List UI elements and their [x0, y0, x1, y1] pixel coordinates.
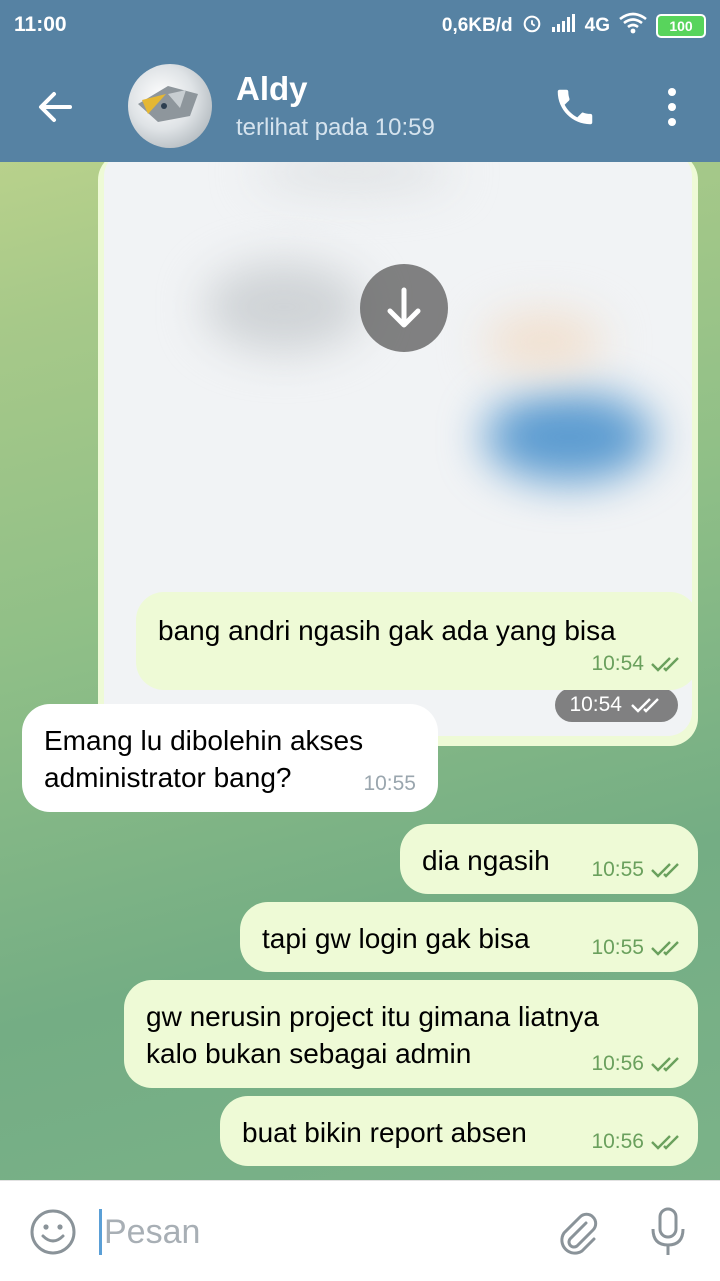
message-text: Emang lu dibolehin akses administrator b…	[44, 725, 364, 793]
download-arrow-icon	[387, 287, 421, 328]
network-speed: 0,6KB/d	[441, 15, 513, 36]
alarm-icon	[521, 12, 543, 40]
message-time: 10:54	[569, 693, 622, 716]
image-message-meta: 10:54	[555, 688, 678, 722]
message-text: buat bikin report absen	[242, 1117, 527, 1148]
signal-icon	[551, 13, 577, 39]
mic-icon[interactable]	[646, 1205, 690, 1259]
message-text: bang andri ngasih gak ada yang bisa	[158, 615, 616, 646]
wifi-icon	[618, 12, 648, 40]
back-arrow-icon[interactable]	[30, 82, 80, 132]
message-composer	[0, 1180, 720, 1281]
chat-header: Aldy terlihat pada 10:59	[0, 52, 720, 162]
blur-shape	[484, 392, 654, 482]
text-caret	[99, 1209, 102, 1255]
double-check-icon	[651, 862, 679, 878]
status-indicators: 0,6KB/d 4G 100	[442, 12, 706, 40]
message-bubble-outgoing[interactable]: tapi gw login gak bisa 10:55	[240, 902, 698, 972]
blur-shape	[204, 262, 364, 352]
message-meta: 10:55	[591, 851, 684, 888]
battery-icon: 100	[656, 14, 706, 38]
phone-icon[interactable]	[552, 84, 598, 130]
message-time: 10:54	[591, 652, 644, 675]
message-bubble-incoming[interactable]: Emang lu dibolehin akses administrator b…	[22, 704, 438, 812]
message-text: gw nerusin project itu gimana liatnya ka…	[146, 1001, 599, 1069]
message-text: dia ngasih	[422, 845, 550, 876]
message-bubble-outgoing[interactable]: buat bikin report absen 10:56	[220, 1096, 698, 1166]
message-meta: 10:56	[591, 1123, 684, 1160]
message-bubble-outgoing[interactable]: gw nerusin project itu gimana liatnya ka…	[124, 980, 698, 1088]
blur-shape	[484, 312, 604, 372]
status-time: 11:00	[14, 13, 67, 36]
more-vertical-icon[interactable]	[652, 82, 692, 132]
message-text: tapi gw login gak bisa	[262, 923, 530, 954]
emoji-icon[interactable]	[28, 1207, 78, 1257]
download-button[interactable]	[360, 264, 448, 352]
double-check-icon	[631, 698, 659, 713]
blur-shape	[254, 162, 454, 192]
double-check-icon	[651, 1134, 679, 1150]
message-time: 10:55	[591, 936, 644, 959]
contact-last-seen: terlihat pada 10:59	[236, 114, 435, 141]
double-check-icon	[651, 1056, 679, 1072]
double-check-icon	[651, 940, 679, 956]
message-meta: 10:55	[363, 765, 416, 802]
message-bubble-outgoing[interactable]: bang andri ngasih gak ada yang bisa 10:5…	[136, 592, 698, 690]
chat-area[interactable]: 10:54 bang andri ngasih gak ada yang bis…	[0, 162, 720, 1180]
message-time: 10:56	[591, 1130, 644, 1153]
avatar[interactable]	[128, 64, 212, 148]
message-meta: 10:54	[591, 645, 684, 682]
message-meta: 10:56	[591, 1045, 684, 1082]
message-time: 10:55	[363, 772, 416, 795]
contact-name[interactable]: Aldy	[236, 70, 308, 108]
message-bubble-outgoing[interactable]: dia ngasih 10:55	[400, 824, 698, 894]
message-time: 10:55	[591, 858, 644, 881]
message-time: 10:56	[591, 1052, 644, 1075]
message-input[interactable]	[104, 1207, 524, 1257]
network-type: 4G	[584, 15, 610, 36]
status-bar: 11:00 0,6KB/d 4G 100	[0, 0, 720, 52]
message-meta: 10:55	[591, 929, 684, 966]
attach-icon[interactable]	[552, 1207, 602, 1257]
double-check-icon	[651, 656, 679, 672]
